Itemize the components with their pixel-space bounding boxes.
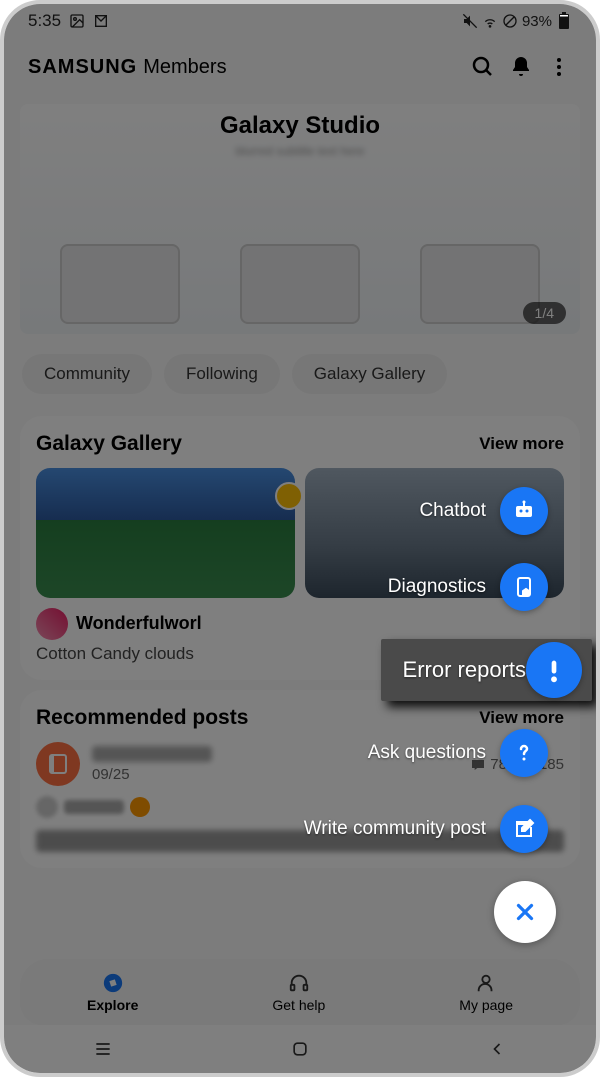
fab-chatbot[interactable]: Chatbot: [419, 487, 548, 535]
poster-name-blurred: [64, 800, 124, 814]
brand-text: SAMSUNG: [28, 56, 137, 79]
fab-close[interactable]: [494, 881, 556, 943]
fab-write-post[interactable]: Write community post: [304, 805, 548, 853]
mute-icon: [462, 13, 478, 29]
fab-error-reports[interactable]: Error reports: [381, 639, 592, 701]
app-header: SAMSUNG Members: [4, 38, 596, 96]
crown-icon: [130, 797, 150, 817]
fab-ask-questions[interactable]: Ask questions: [368, 729, 548, 777]
gallery-item[interactable]: Wonderfulworl Cotton Candy clouds: [36, 468, 295, 664]
bottom-nav: Explore Get help My page: [20, 959, 580, 1025]
gallery-title: Galaxy Gallery: [36, 432, 182, 456]
crown-badge-icon: [275, 482, 303, 510]
recents-button[interactable]: [91, 1037, 115, 1061]
more-icon[interactable]: [546, 54, 572, 80]
search-icon[interactable]: [470, 54, 496, 80]
poster-avatar: [36, 796, 58, 818]
status-time: 5:35: [28, 11, 61, 31]
recommended-title: Recommended posts: [36, 706, 248, 730]
app-subtitle: Members: [143, 56, 226, 79]
fab-menu: Chatbot Diagnostics Error reports Ask qu…: [304, 487, 548, 943]
bell-icon[interactable]: [508, 54, 534, 80]
home-button[interactable]: [288, 1037, 312, 1061]
nav-get-help[interactable]: Get help: [272, 971, 325, 1013]
banner-artwork: [20, 184, 580, 334]
battery-percent: 93%: [522, 13, 552, 30]
fab-diagnostics[interactable]: Diagnostics: [388, 563, 548, 611]
post-title-blurred: [92, 746, 212, 762]
status-bar: 5:35 93%: [4, 4, 596, 38]
nav-label: Explore: [87, 997, 138, 1013]
fab-label: Error reports: [403, 657, 526, 683]
fab-label: Chatbot: [419, 500, 486, 522]
chatbot-icon: [500, 487, 548, 535]
question-icon: [500, 729, 548, 777]
avatar-icon: [36, 608, 68, 640]
gallery-thumb: [36, 468, 295, 598]
banner-page-indicator: 1/4: [523, 302, 566, 324]
post-app-icon: [36, 742, 80, 786]
back-button[interactable]: [485, 1037, 509, 1061]
mail-icon: [93, 13, 109, 29]
nav-explore[interactable]: Explore: [87, 971, 138, 1013]
error-icon: [526, 642, 582, 698]
banner-subtitle: blurred subtitle text here: [236, 144, 365, 158]
gallery-author: Wonderfulworl: [36, 608, 295, 640]
fab-label: Diagnostics: [388, 576, 486, 598]
promo-banner[interactable]: Galaxy Studio blurred subtitle text here…: [20, 104, 580, 334]
gallery-caption: Cotton Candy clouds: [36, 644, 295, 664]
compass-icon: [101, 971, 125, 995]
fab-label: Write community post: [304, 818, 486, 840]
app-title: SAMSUNG Members: [28, 56, 458, 79]
battery-icon: [556, 13, 572, 29]
nav-label: My page: [459, 997, 513, 1013]
banner-title: Galaxy Studio: [220, 112, 380, 140]
system-nav: [4, 1025, 596, 1073]
fab-label: Ask questions: [368, 742, 486, 764]
headset-icon: [287, 971, 311, 995]
no-sim-icon: [502, 13, 518, 29]
chip-community[interactable]: Community: [22, 354, 152, 394]
diagnostics-icon: [500, 563, 548, 611]
nav-label: Get help: [272, 997, 325, 1013]
gallery-view-more[interactable]: View more: [479, 434, 564, 454]
close-icon: [494, 881, 556, 943]
wifi-icon: [482, 13, 498, 29]
write-icon: [500, 805, 548, 853]
image-icon: [69, 13, 85, 29]
category-chips: Community Following Galaxy Gallery: [4, 342, 596, 406]
person-icon: [474, 971, 498, 995]
chip-following[interactable]: Following: [164, 354, 280, 394]
nav-my-page[interactable]: My page: [459, 971, 513, 1013]
chip-gallery[interactable]: Galaxy Gallery: [292, 354, 447, 394]
